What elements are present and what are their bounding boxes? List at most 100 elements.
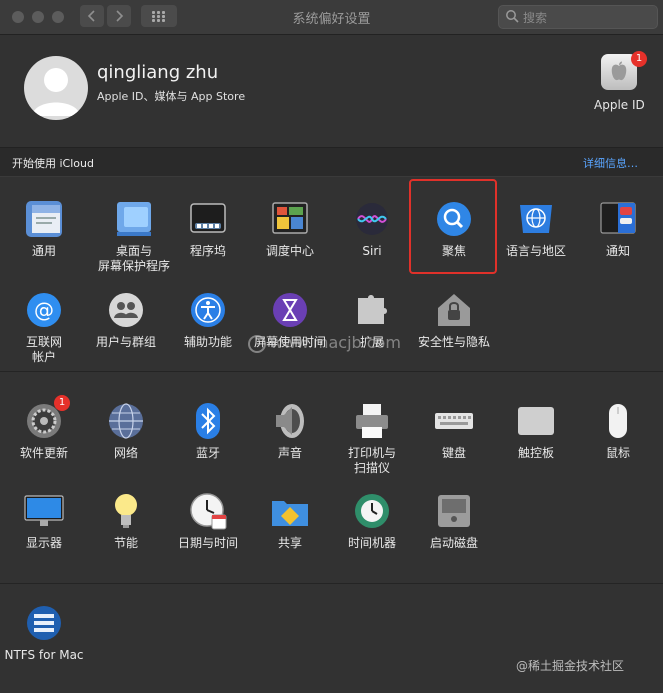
accessibility-icon [188,290,228,330]
person-icon [32,68,80,116]
software-update-badge: 1 [54,395,70,411]
trackpad-icon [516,401,556,441]
pref-label: 软件更新 [19,446,68,460]
displays-icon [24,491,64,531]
time-machine-icon [352,491,392,531]
pref-network[interactable]: 网络 [84,401,168,461]
network-icon [106,401,146,441]
pref-label: 辅助功能 [183,335,232,349]
user-subtitle: Apple ID、媒体与 App Store [97,90,246,103]
pref-label: 调度中心 [265,244,314,258]
user-name: qingliang zhu [97,62,219,83]
section-divider [0,371,663,372]
icloud-details-link[interactable]: 详细信息… [583,155,638,171]
pref-label: NTFS for Mac [4,648,84,662]
pref-label: 通知 [605,244,630,258]
pref-desktop-screensaver[interactable]: 桌面与 屏幕保护程序 [92,199,176,274]
section-divider [0,583,663,584]
desktop-screensaver-icon [114,199,154,239]
pref-mouse[interactable]: 鼠标 [576,401,660,461]
search-placeholder: 搜索 [523,11,548,25]
pref-label: 安全性与隐私 [417,335,490,349]
notifications-icon [598,199,638,239]
pref-time-machine[interactable]: 时间机器 [330,491,414,551]
pref-notifications[interactable]: 通知 [576,199,660,259]
pref-label: 日期与时间 [177,536,238,550]
mission-control-icon [270,199,310,239]
pref-accessibility[interactable]: 辅助功能 [166,290,250,350]
dock-icon [188,199,228,239]
date-time-icon [188,491,228,531]
pref-printers-scanners[interactable]: 打印机与 扫描仪 [330,401,414,476]
user-avatar[interactable] [24,56,88,120]
spotlight-highlight-box [409,179,497,274]
pref-software-update[interactable]: 1 软件更新 [2,395,86,461]
pref-label: 时间机器 [347,536,396,550]
extensions-icon [352,290,392,330]
pref-startup-disk[interactable]: 启动磁盘 [412,491,496,551]
language-region-icon [516,199,556,239]
watermark-text: www.macjb.com [270,333,401,352]
title-bar: 系统偏好设置 搜索 [0,0,663,35]
pref-trackpad[interactable]: 触控板 [494,401,578,461]
pref-label: 蓝牙 [195,446,220,460]
pref-mission-control[interactable]: 调度中心 [248,199,332,259]
pref-label: 打印机与 扫描仪 [347,446,396,475]
pref-displays[interactable]: 显示器 [2,491,86,551]
pref-label: 节能 [113,536,138,550]
pref-dock[interactable]: 程序坞 [166,199,250,259]
pref-label: 互联网 帐户 [25,335,62,364]
apple-id-label: Apple ID [594,98,645,112]
pref-label: 用户与群组 [95,335,156,349]
startup-disk-icon [434,491,474,531]
pref-internet-accounts[interactable]: @ 互联网 帐户 [2,290,86,365]
pref-keyboard[interactable]: 键盘 [412,401,496,461]
pref-label: 触控板 [517,446,554,460]
pref-label: 程序坞 [189,244,226,258]
pref-label: 鼠标 [605,446,630,460]
pref-siri[interactable]: Siri [330,199,414,259]
pref-users-groups[interactable]: 用户与群组 [84,290,168,350]
mouse-icon [598,401,638,441]
pref-label: 桌面与 屏幕保护程序 [97,244,170,273]
search-icon [506,10,519,23]
printers-scanners-icon [352,401,392,441]
general-icon [24,199,64,239]
pref-energy-saver[interactable]: 节能 [84,491,168,551]
pref-label: 键盘 [441,446,466,460]
software-update-icon: 1 [24,395,70,441]
pref-label: 声音 [277,446,302,460]
sharing-icon [270,491,310,531]
icloud-bar: 开始使用 iCloud 详细信息… [0,147,663,177]
pref-sharing[interactable]: 共享 [248,491,332,551]
credit-text: @稀土掘金技术社区 [516,659,625,673]
keyboard-icon [434,401,474,441]
sound-icon [270,401,310,441]
pref-label: 通用 [31,244,56,258]
apple-id-badge: 1 [631,51,647,67]
svg-text:@: @ [34,298,54,322]
screen-time-icon [270,290,310,330]
security-privacy-icon [434,290,474,330]
pref-label: Siri [362,244,382,258]
search-field[interactable]: 搜索 [498,5,658,29]
siri-icon [352,199,392,239]
pref-label: 语言与地区 [505,244,566,258]
pref-label: 网络 [113,446,138,460]
pref-security-privacy[interactable]: 安全性与隐私 [412,290,496,350]
pref-label: 显示器 [25,536,62,550]
icloud-prompt: 开始使用 iCloud [12,157,94,170]
pref-ntfs-for-mac[interactable]: NTFS for Mac [2,603,86,663]
pref-label: 共享 [277,536,302,550]
pref-language-region[interactable]: 语言与地区 [494,199,578,259]
ntfs-icon [24,603,64,643]
pref-label: 启动磁盘 [429,536,478,550]
bluetooth-icon [188,401,228,441]
users-groups-icon [106,290,146,330]
energy-saver-icon [106,491,146,531]
internet-accounts-icon: @ [24,290,64,330]
pref-date-time[interactable]: 日期与时间 [166,491,250,551]
pref-bluetooth[interactable]: 蓝牙 [166,401,250,461]
pref-sound[interactable]: 声音 [248,401,332,461]
pref-general[interactable]: 通用 [2,199,86,259]
